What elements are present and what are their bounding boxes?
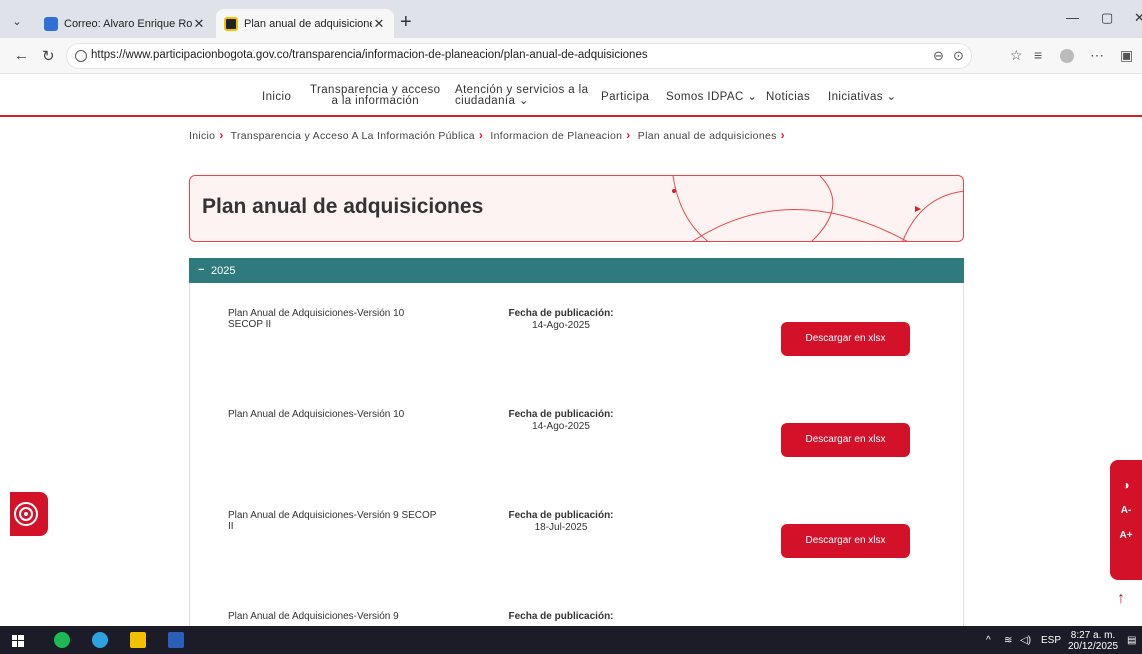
nav-iniciativas[interactable]: Iniciativas ⌄ xyxy=(828,91,897,103)
site-favicon-icon xyxy=(224,16,238,31)
nav-participa[interactable]: Participa xyxy=(601,91,649,103)
favorite-star-icon[interactable]: ☆ xyxy=(1010,47,1023,64)
document-name-line1: Plan Anual de Adquisiciones-Versión 10 xyxy=(228,308,405,319)
url-text[interactable]: https://www.participacionbogota.gov.co/t… xyxy=(91,49,648,61)
decrease-font-button[interactable]: A- xyxy=(1110,505,1142,516)
document-name: Plan Anual de Adquisiciones-Versión 9 xyxy=(228,611,458,622)
maximize-icon[interactable]: ▢ xyxy=(1101,10,1113,26)
chevron-right-icon: › xyxy=(478,128,484,142)
profile-avatar[interactable] xyxy=(1060,49,1074,63)
nav-somos-idpac[interactable]: Somos IDPAC ⌄ xyxy=(666,91,758,103)
document-name: Plan Anual de Adquisiciones-Versión 9 SE… xyxy=(228,510,458,532)
notifications-icon[interactable]: ▤ xyxy=(1127,635,1136,646)
favorites-list-icon[interactable]: ≡ xyxy=(1034,47,1042,63)
outlook-icon xyxy=(44,16,58,31)
document-name: Plan Anual de Adquisiciones-Versión 10 S… xyxy=(228,308,458,330)
download-xlsx-button[interactable]: Descargar en xlsx xyxy=(781,423,910,457)
accessibility-panel: ◑ A- A+ xyxy=(1110,460,1142,580)
page-title: Plan anual de adquisiciones xyxy=(202,195,484,218)
breadcrumb: Inicio › Transparencia y Acceso A La Info… xyxy=(189,128,789,142)
fecha-label: Fecha de publicación: xyxy=(508,409,614,420)
document-name-line2: SECOP II xyxy=(228,319,272,330)
spotify-icon[interactable] xyxy=(54,632,70,648)
nav-iniciativas-label: Iniciativas xyxy=(828,91,883,103)
fecha-value: 14-Ago-2025 xyxy=(532,320,590,331)
zoom-icon[interactable]: ⊖ xyxy=(933,48,944,64)
word-icon[interactable] xyxy=(168,632,184,648)
tab-mail[interactable]: Correo: Alvaro Enrique Romero Ga ✕ xyxy=(36,9,214,38)
scroll-to-top-icon[interactable]: ↑ xyxy=(1112,590,1130,608)
fecha-label: Fecha de publicación: xyxy=(508,611,614,622)
contrast-icon[interactable]: ◑ xyxy=(1110,478,1142,492)
nav-noticias[interactable]: Noticias xyxy=(766,91,810,103)
document-name: Plan Anual de Adquisiciones-Versión 10 xyxy=(228,409,458,420)
document-name-line1: Plan Anual de Adquisiciones-Versión 10 xyxy=(228,409,405,420)
download-xlsx-button[interactable]: Descargar en xlsx xyxy=(781,524,910,558)
document-name-line1: Plan Anual de Adquisiciones-Versión 9 xyxy=(228,611,399,622)
close-tab-icon[interactable]: ✕ xyxy=(192,16,206,32)
fecha-label: Fecha de publicación: xyxy=(508,308,614,319)
collapse-icon: − xyxy=(198,264,205,276)
document-name-line1: Plan Anual de Adquisiciones-Versión 9 SE… xyxy=(228,510,437,521)
back-icon[interactable]: ← xyxy=(14,47,29,64)
volume-icon[interactable]: ◁) xyxy=(1020,635,1031,646)
breadcrumb-item[interactable]: Transparencia y Acceso A La Información … xyxy=(231,130,475,142)
nav-atencion-line2: ciudadanía xyxy=(455,95,516,107)
clock-date: 20/12/2025 xyxy=(1067,641,1119,652)
breadcrumb-item[interactable]: Plan anual de adquisiciones xyxy=(638,130,777,142)
file-explorer-icon[interactable] xyxy=(130,632,146,648)
refresh-icon[interactable]: ↻ xyxy=(42,47,55,65)
more-tools-icon[interactable]: ⊙ xyxy=(953,48,964,64)
tray-chevron-up-icon[interactable]: ^ xyxy=(986,635,991,646)
edge-icon[interactable] xyxy=(92,632,108,648)
tab-actions-chevron-icon[interactable]: ⌄ xyxy=(8,13,26,31)
clock-time: 8:27 a. m. xyxy=(1070,630,1116,641)
tab-title: Plan anual de adquisiciones | Instit xyxy=(244,17,372,30)
increase-font-button[interactable]: A+ xyxy=(1110,530,1142,541)
fecha-value: 14-Ago-2025 xyxy=(532,421,590,432)
site-navigation: Inicio Transparencia y acceso a la infor… xyxy=(0,75,1142,117)
breadcrumb-item[interactable]: Inicio xyxy=(189,130,215,142)
breadcrumb-item[interactable]: Informacion de Planeacion xyxy=(490,130,622,142)
tab-title: Correo: Alvaro Enrique Romero Ga xyxy=(64,17,192,30)
page-title-banner: Plan anual de adquisiciones xyxy=(189,175,964,242)
accordion-body: Plan Anual de Adquisiciones-Versión 10 S… xyxy=(189,283,964,626)
windows-start-icon[interactable] xyxy=(12,634,24,647)
nav-transparencia-line2: a la información xyxy=(331,95,420,107)
accessibility-icon xyxy=(14,502,38,526)
chevron-right-icon: › xyxy=(219,128,224,142)
minimize-icon[interactable]: — xyxy=(1066,10,1079,25)
document-name-line2: II xyxy=(228,521,234,532)
accessibility-widget-button[interactable] xyxy=(10,492,48,536)
chevron-right-icon: › xyxy=(780,128,785,142)
chevron-down-icon: ⌄ xyxy=(518,95,529,107)
accordion-header-2025[interactable]: − 2025 xyxy=(189,258,964,283)
download-xlsx-button[interactable]: Descargar en xlsx xyxy=(781,322,910,356)
more-menu-icon[interactable]: ⋯ xyxy=(1090,47,1104,64)
fecha-value: 18-Jul-2025 xyxy=(534,522,588,533)
close-tab-icon[interactable]: ✕ xyxy=(372,16,386,32)
chevron-down-icon: ⌄ xyxy=(886,91,897,103)
sidebar-icon[interactable]: ▣ xyxy=(1120,47,1133,64)
language-indicator[interactable]: ESP xyxy=(1041,635,1061,646)
nav-somos-label: Somos IDPAC xyxy=(666,91,744,103)
address-toolbar: ← ↻ https://www.participacionbogota.gov.… xyxy=(0,38,1142,74)
nav-atencion[interactable]: Atención y servicios a la ciudadanía ⌄ xyxy=(455,84,588,107)
taskbar-clock[interactable]: 8:27 a. m. 20/12/2025 xyxy=(1066,630,1120,652)
url-bar[interactable]: https://www.participacionbogota.gov.co/t… xyxy=(66,43,972,69)
browser-tabstrip: ⌄ Correo: Alvaro Enrique Romero Ga ✕ Pla… xyxy=(0,0,1142,38)
network-icon[interactable]: ≋ xyxy=(1004,635,1012,646)
chevron-down-icon: ⌄ xyxy=(747,91,758,103)
nav-inicio[interactable]: Inicio xyxy=(262,91,291,103)
accordion-year: 2025 xyxy=(211,265,236,277)
fecha-label: Fecha de publicación: xyxy=(508,510,614,521)
nav-transparencia[interactable]: Transparencia y acceso a la información xyxy=(310,84,440,107)
close-window-icon[interactable]: ✕ xyxy=(1134,10,1142,26)
windows-taskbar: ^ ≋ ◁) ESP 8:27 a. m. 20/12/2025 ▤ xyxy=(0,626,1142,654)
new-tab-icon[interactable]: + xyxy=(400,12,412,32)
chevron-right-icon: › xyxy=(626,128,631,142)
tab-plan-anual[interactable]: Plan anual de adquisiciones | Instit ✕ xyxy=(216,9,394,38)
site-info-icon[interactable] xyxy=(75,50,87,62)
